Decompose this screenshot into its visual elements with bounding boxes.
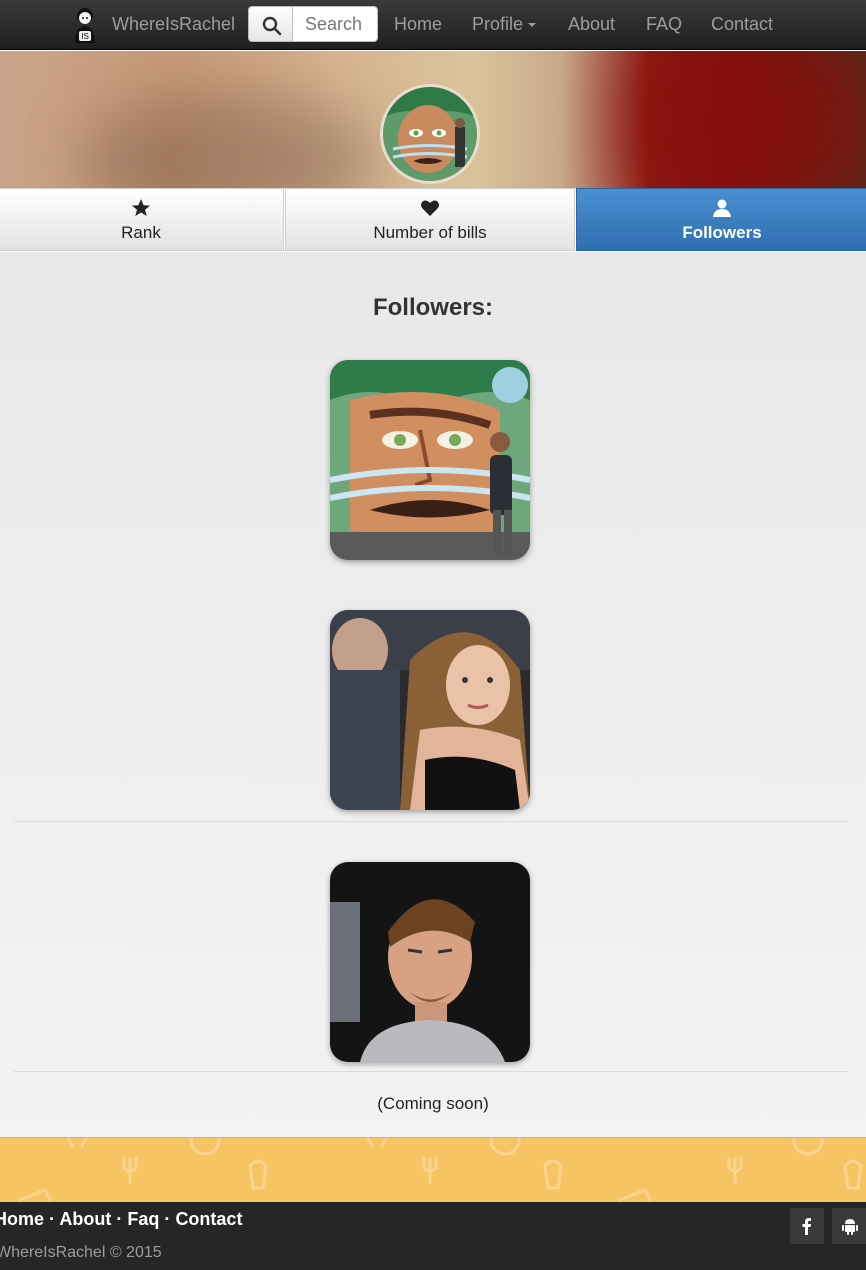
nav-profile-dropdown[interactable]: Profile (472, 14, 537, 35)
nav-home[interactable]: Home (394, 14, 442, 35)
tab-rank-label: Rank (121, 223, 161, 242)
chevron-down-icon (528, 23, 537, 28)
footer-separator: · (116, 1209, 123, 1229)
android-button[interactable] (832, 1208, 866, 1244)
followers-panel: Followers: (Coming soon) (0, 252, 866, 1137)
user-icon (712, 198, 732, 223)
nav-profile-label: Profile (472, 14, 524, 34)
site-footer: Home · About · Faq · Contact WhereIsRach… (0, 1202, 866, 1270)
nav-about[interactable]: About (568, 14, 615, 35)
tab-rank[interactable]: Rank (0, 188, 284, 251)
tab-followers-label: Followers (682, 223, 762, 242)
coming-soon-text: (Coming soon) (377, 1094, 489, 1113)
footer-link-home[interactable]: Home (0, 1209, 44, 1229)
footer-link-faq[interactable]: Faq (127, 1209, 159, 1229)
footer-link-about[interactable]: About (59, 1209, 111, 1229)
svg-text:IS: IS (81, 32, 89, 41)
nav-faq[interactable]: FAQ (646, 14, 682, 35)
nav-contact[interactable]: Contact (711, 14, 773, 35)
follower-avatar-1[interactable] (330, 360, 530, 560)
search-input[interactable] (292, 6, 378, 42)
profile-avatar[interactable] (380, 84, 480, 184)
tab-number-of-bills[interactable]: Number of bills (285, 188, 575, 251)
tab-number-of-bills-label: Number of bills (373, 223, 487, 242)
heart-icon (420, 198, 440, 223)
footer-link-contact[interactable]: Contact (175, 1209, 242, 1229)
footer-separator: · (49, 1209, 56, 1229)
top-navbar: IS WhereIsRachel Home Profile About FAQ … (0, 0, 866, 50)
follower-avatar-2[interactable] (330, 610, 530, 810)
profile-tabs: Rank Number of bills Followers (0, 188, 866, 252)
facebook-button[interactable] (790, 1208, 824, 1244)
footer-separator: · (164, 1209, 171, 1229)
follower-avatar-3[interactable] (330, 862, 530, 1062)
brand-name[interactable]: WhereIsRachel (112, 14, 235, 35)
section-title: Followers: (372, 294, 493, 321)
footer-links: Home · About · Faq · Contact (0, 1209, 242, 1230)
copyright-text: WhereIsRachel © 2015 (0, 1244, 162, 1261)
divider (14, 821, 848, 822)
brand-logo-icon[interactable]: IS (70, 5, 100, 45)
search-button[interactable] (248, 6, 294, 42)
divider (14, 1071, 848, 1072)
tab-followers[interactable]: Followers (576, 188, 866, 251)
decorative-food-pattern (0, 1137, 866, 1202)
star-icon (131, 198, 151, 223)
